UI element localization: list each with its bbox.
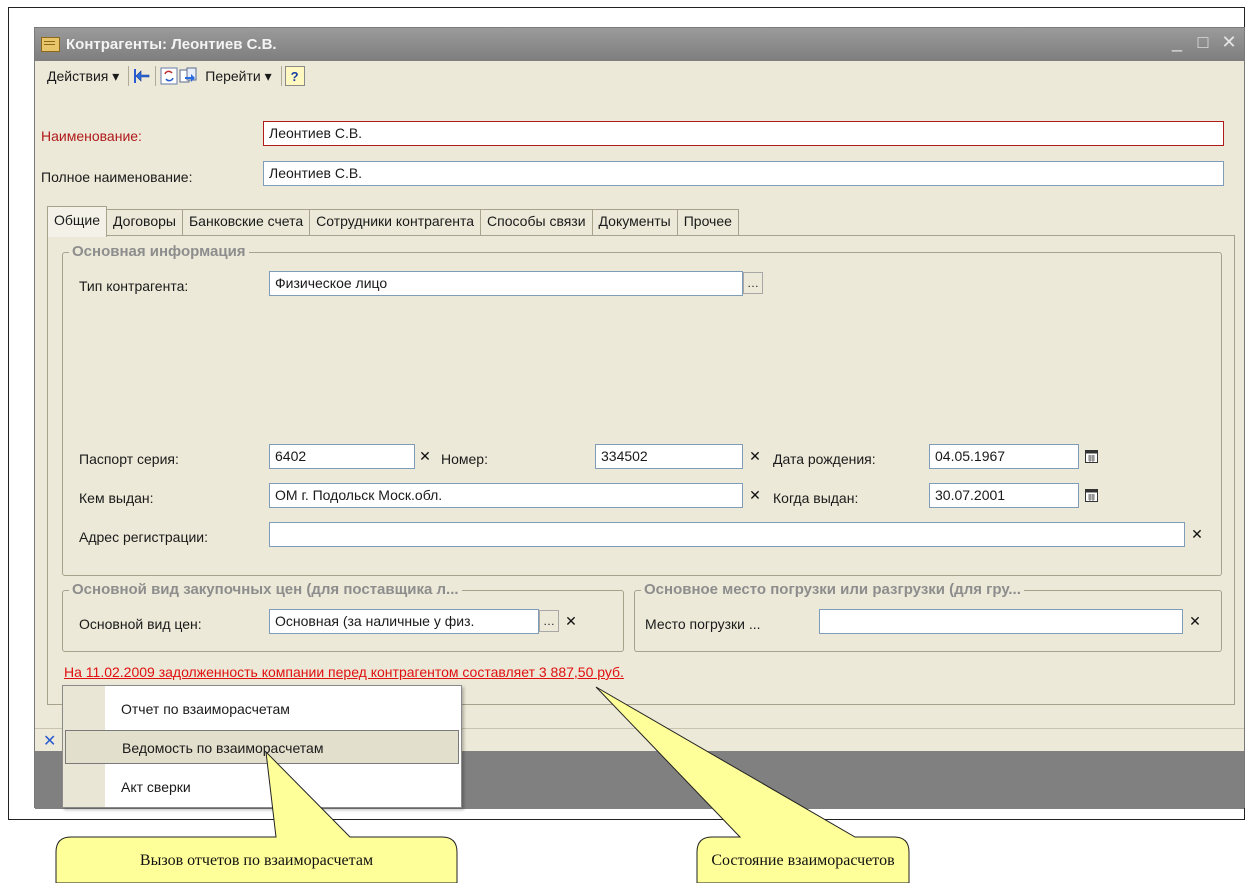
- reports-callout-text: Вызов отчетов по взаиморасчетам: [139, 852, 374, 869]
- state-callout-text: Состояние взаиморасчетов: [711, 852, 895, 869]
- callout-layer: [55, 686, 910, 883]
- tab-general[interactable]: Общие: [47, 206, 108, 237]
